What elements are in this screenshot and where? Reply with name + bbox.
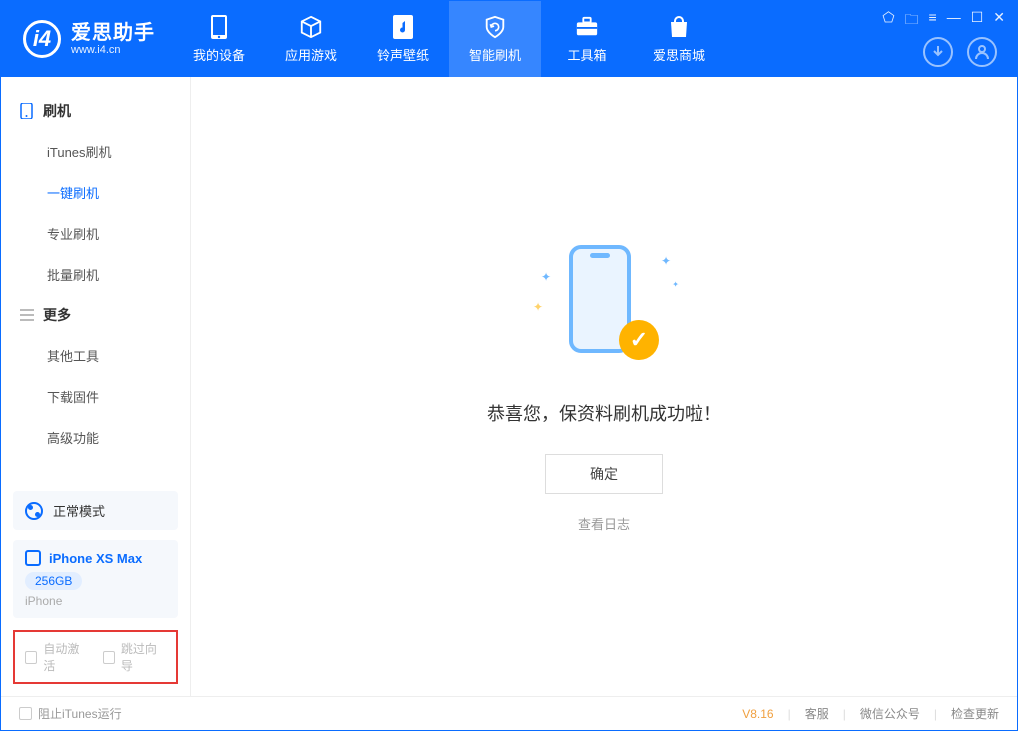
footer-link-update[interactable]: 检查更新	[951, 705, 999, 722]
device-small-icon	[25, 550, 41, 566]
sidebar-item-pro-flash[interactable]: 专业刷机	[1, 213, 190, 254]
close-button[interactable]: ✕	[993, 9, 1005, 33]
maximize-button[interactable]: ☐	[971, 9, 984, 33]
sparkle-icon: ✦	[672, 280, 679, 289]
flash-options-highlight: 自动激活 跳过向导	[13, 630, 178, 684]
refresh-shield-icon	[483, 15, 507, 39]
app-url: www.i4.cn	[71, 44, 155, 56]
device-storage: 256GB	[25, 572, 82, 590]
sidebar-item-download-firmware[interactable]: 下载固件	[1, 376, 190, 417]
checkbox-icon	[103, 651, 115, 664]
logo[interactable]: i4 爱思助手 www.i4.cn	[1, 1, 173, 77]
nav-smart-flash[interactable]: 智能刷机	[449, 1, 541, 77]
footer-link-support[interactable]: 客服	[805, 705, 829, 722]
sidebar: 刷机 iTunes刷机 一键刷机 专业刷机 批量刷机 更多 其他工具 下载固件 …	[1, 77, 191, 696]
sidebar-item-batch-flash[interactable]: 批量刷机	[1, 254, 190, 295]
cube-icon	[299, 15, 323, 39]
sparkle-icon: ✦	[533, 300, 543, 314]
shirt-icon[interactable]: ⬠	[882, 9, 894, 33]
success-illustration: ✦ ✦ ✦ ✦ ✓	[539, 240, 669, 370]
nav-ringtones-wallpapers[interactable]: 铃声壁纸	[357, 1, 449, 77]
sidebar-group-more: 更多	[1, 295, 190, 335]
success-message: 恭喜您，保资料刷机成功啦！	[487, 400, 721, 426]
logo-icon: i4	[23, 20, 61, 58]
music-file-icon	[391, 15, 415, 39]
phone-icon	[19, 104, 34, 119]
minimize-button[interactable]: —	[947, 9, 961, 33]
auto-activate-checkbox[interactable]: 自动激活	[25, 640, 89, 674]
checkbox-icon	[19, 707, 32, 720]
body: 刷机 iTunes刷机 一键刷机 专业刷机 批量刷机 更多 其他工具 下载固件 …	[1, 77, 1017, 696]
device-mode[interactable]: 正常模式	[13, 491, 178, 530]
bag-icon	[667, 15, 691, 39]
version-label: V8.16	[742, 707, 773, 721]
sidebar-item-advanced[interactable]: 高级功能	[1, 417, 190, 458]
device-name: iPhone XS Max	[49, 551, 142, 566]
mode-icon	[25, 502, 43, 520]
main-content: ✦ ✦ ✦ ✦ ✓ 恭喜您，保资料刷机成功啦！ 确定 查看日志	[191, 77, 1017, 696]
footer: 阻止iTunes运行 V8.16 | 客服 | 微信公众号 | 检查更新	[1, 696, 1017, 730]
check-badge-icon: ✓	[619, 320, 659, 360]
sidebar-item-itunes-flash[interactable]: iTunes刷机	[1, 131, 190, 172]
view-log-link[interactable]: 查看日志	[578, 514, 630, 533]
block-itunes-checkbox[interactable]: 阻止iTunes运行	[19, 705, 122, 722]
ok-button[interactable]: 确定	[545, 454, 663, 494]
sidebar-group-flash: 刷机	[1, 91, 190, 131]
app-name: 爱思助手	[71, 22, 155, 44]
device-info[interactable]: iPhone XS Max 256GB iPhone	[13, 540, 178, 618]
nav-apps-games[interactable]: 应用游戏	[265, 1, 357, 77]
sparkle-icon: ✦	[661, 254, 671, 268]
download-button[interactable]	[923, 37, 953, 67]
app-window: i4 爱思助手 www.i4.cn 我的设备 应用游戏 铃声壁纸 智能刷机	[0, 0, 1018, 731]
toolbox-icon	[575, 15, 599, 39]
device-type: iPhone	[25, 594, 166, 608]
header: i4 爱思助手 www.i4.cn 我的设备 应用游戏 铃声壁纸 智能刷机	[1, 1, 1017, 77]
list-icon	[19, 308, 34, 323]
user-button[interactable]	[967, 37, 997, 67]
sidebar-item-onekey-flash[interactable]: 一键刷机	[1, 172, 190, 213]
nav-toolbox[interactable]: 工具箱	[541, 1, 633, 77]
lock-icon[interactable]: 🗀	[905, 9, 919, 33]
top-nav: 我的设备 应用游戏 铃声壁纸 智能刷机 工具箱 爱思商城	[173, 1, 725, 77]
footer-link-wechat[interactable]: 微信公众号	[860, 705, 920, 722]
nav-my-device[interactable]: 我的设备	[173, 1, 265, 77]
skip-guide-checkbox[interactable]: 跳过向导	[103, 640, 167, 674]
menu-icon[interactable]: ≡	[929, 9, 937, 33]
checkbox-icon	[25, 651, 37, 664]
device-icon	[207, 15, 231, 39]
sidebar-item-other-tools[interactable]: 其他工具	[1, 335, 190, 376]
sparkle-icon: ✦	[541, 270, 551, 284]
nav-store[interactable]: 爱思商城	[633, 1, 725, 77]
